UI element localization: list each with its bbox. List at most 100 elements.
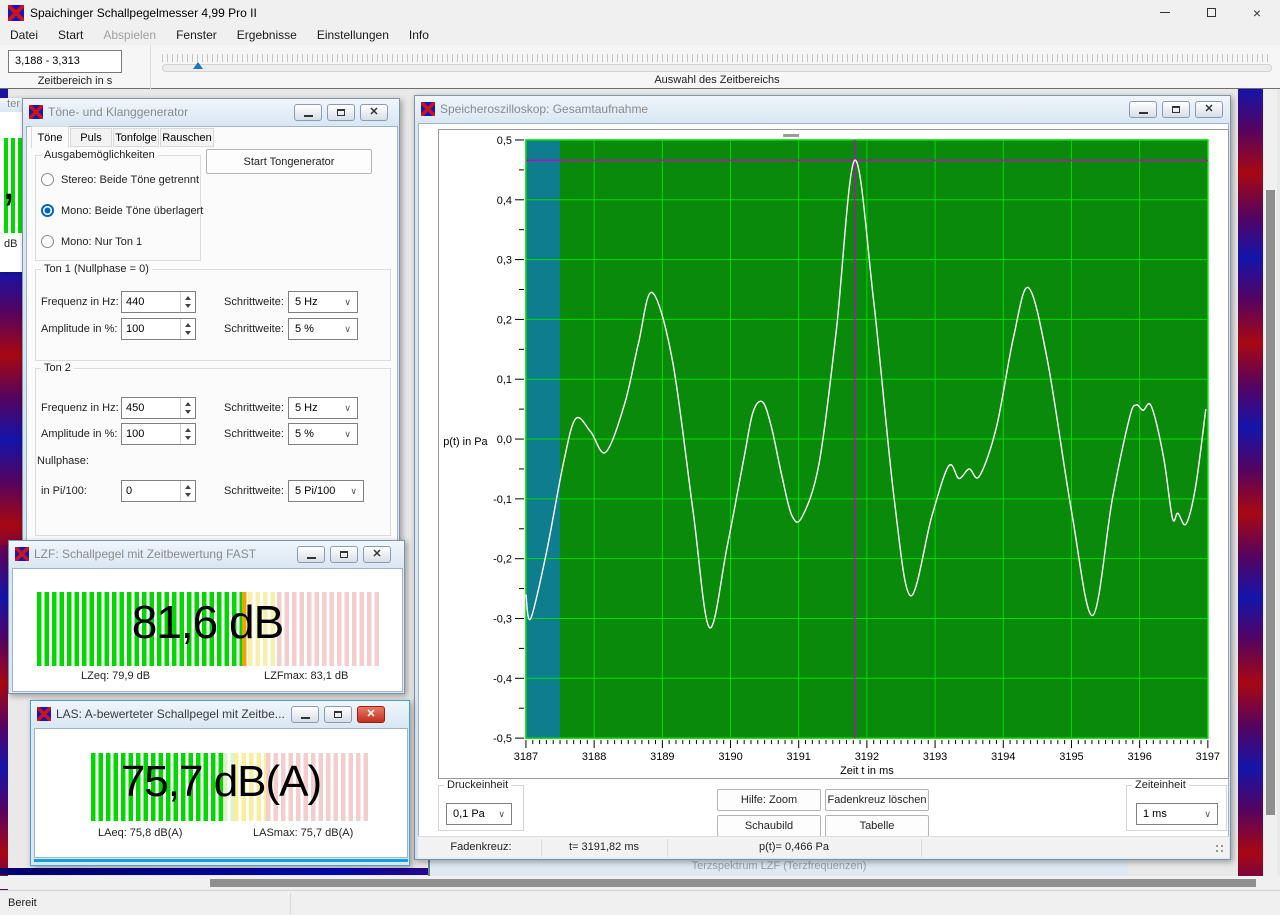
svg-text:-0,3: -0,3 <box>493 613 512 625</box>
fadenkreuz-loeschen-button[interactable]: Fadenkreuz löschen <box>825 789 929 811</box>
tone-minimize-button[interactable] <box>294 104 322 121</box>
resize-grip[interactable] <box>1216 845 1218 847</box>
chevron-down-icon: ∨ <box>344 403 351 414</box>
ton1-amplitude-spinner[interactable]: 100 <box>121 318 196 340</box>
partial-meter-unit: dB <box>4 238 17 250</box>
time-slider-label: Auswahl des Zeitbereichs <box>162 74 1272 86</box>
osc-close-button[interactable]: ✕ <box>1195 101 1223 118</box>
spinner-arrows-icon[interactable] <box>180 398 195 418</box>
background-window-title: Terzspektrum LZF (Terzfrequenzen) <box>692 860 867 872</box>
lzf-minimize-button[interactable] <box>297 546 325 563</box>
ton2-amplitude-step-select[interactable]: 5 % ∨ <box>288 423 358 445</box>
las-minimize-button[interactable] <box>291 706 319 723</box>
chevron-down-icon: ∨ <box>498 809 505 820</box>
zeiteinheit-label: Zeiteinheit <box>1132 779 1189 791</box>
partial-meter-window: ter 8, dB <box>0 98 22 272</box>
vertical-scrollbar[interactable] <box>1264 88 1277 876</box>
time-slider-thumb[interactable] <box>193 62 203 69</box>
menu-datei[interactable]: Datei <box>0 26 48 44</box>
menu-abspielen[interactable]: Abspielen <box>93 26 166 44</box>
lzf-title: LZF: Schallpegel mit Zeitbewertung FAST <box>34 547 256 561</box>
ton1-schrittweite-label: Schrittweite: <box>224 296 284 308</box>
las-titlebar[interactable]: LAS: A-bewerteter Schallpegel mit Zeitbe… <box>31 701 409 727</box>
ton2-label: Ton 2 <box>41 362 74 374</box>
nullphase-spinner[interactable]: 0 <box>121 480 196 502</box>
svg-text:3189: 3189 <box>650 751 674 763</box>
lzf-restore-button[interactable] <box>330 546 358 563</box>
osc-restore-button[interactable] <box>1162 101 1190 118</box>
las-restore-button[interactable] <box>324 706 352 723</box>
tone-restore-button[interactable] <box>327 104 355 121</box>
svg-text:3197: 3197 <box>1196 751 1220 763</box>
vertical-scrollbar-thumb[interactable] <box>1266 190 1275 815</box>
radio-selected-icon <box>41 204 54 217</box>
ton1-frequenz-spinner[interactable]: 440 <box>121 291 196 313</box>
svg-text:0,2: 0,2 <box>497 314 512 326</box>
minimize-button[interactable] <box>1142 0 1188 25</box>
chevron-down-icon: ∨ <box>344 324 351 335</box>
oscilloscope-plot[interactable]: 3187318831893190319131923193319431953196… <box>439 130 1228 778</box>
las-window: LAS: A-bewerteter Schallpegel mit Zeitbe… <box>30 700 410 866</box>
osc-minimize-button[interactable] <box>1129 101 1157 118</box>
svg-text:0,4: 0,4 <box>497 195 512 207</box>
menu-fenster[interactable]: Fenster <box>166 26 227 44</box>
tab-rauschen[interactable]: Rauschen <box>160 128 214 147</box>
nullphase-step-select[interactable]: 5 Pi/100 ∨ <box>288 480 364 502</box>
radio-stereo-getrennt[interactable]: Stereo: Beide Töne getrennt <box>41 173 199 186</box>
radio-mono-ton1[interactable]: Mono: Nur Ton 1 <box>41 235 142 248</box>
svg-text:3194: 3194 <box>991 751 1015 763</box>
lzf-close-button[interactable]: ✕ <box>363 546 391 563</box>
las-close-button[interactable]: ✕ <box>357 706 385 723</box>
ton2-frequenz-spinner[interactable]: 450 <box>121 397 196 419</box>
ton2-frequenz-step-select[interactable]: 5 Hz ∨ <box>288 397 358 419</box>
tone-generator-window: Töne- und Klanggenerator ✕ Töne Puls Ton… <box>22 98 400 548</box>
oscilloscope-chart-panel[interactable]: 3187318831893190319131923193319431953196… <box>438 129 1229 779</box>
menu-info[interactable]: Info <box>399 26 439 44</box>
spinner-arrows-icon[interactable] <box>180 424 195 444</box>
tab-toene[interactable]: Töne <box>31 126 69 148</box>
ton1-label: Ton 1 (Nullphase = 0) <box>41 263 152 275</box>
tab-puls[interactable]: Puls <box>70 128 112 147</box>
schaubild-button[interactable]: Schaubild <box>717 815 821 837</box>
ton2-frequenz-label: Frequenz in Hz: <box>41 402 119 414</box>
horizontal-scrollbar-thumb[interactable] <box>210 879 1256 887</box>
tone-generator-title: Töne- und Klanggenerator <box>48 105 188 119</box>
ton2-amplitude-spinner[interactable]: 100 <box>121 423 196 445</box>
spinner-arrows-icon[interactable] <box>180 481 195 501</box>
tab-tonfolge[interactable]: Tonfolge <box>113 128 159 147</box>
svg-text:3193: 3193 <box>923 751 947 763</box>
nullphase-schrittweite-label: Schrittweite: <box>224 485 284 497</box>
time-slider-ticks <box>162 54 1272 62</box>
time-range-input[interactable]: 3,188 - 3,313 <box>8 50 122 73</box>
zeiteinheit-select[interactable]: 1 ms ∨ <box>1136 803 1218 825</box>
ton1-amplitude-step-select[interactable]: 5 % ∨ <box>288 318 358 340</box>
start-tongenerator-button[interactable]: Start Tongenerator <box>206 149 372 174</box>
window-icon <box>29 105 43 119</box>
spinner-arrows-icon[interactable] <box>180 319 195 339</box>
chevron-down-icon: ∨ <box>350 486 357 497</box>
radio-mono-ueberlagert[interactable]: Mono: Beide Töne überlagert <box>41 204 203 217</box>
menu-start[interactable]: Start <box>48 26 93 44</box>
lzf-lzfmax-stat: LZFmax: 83,1 dB <box>264 670 348 682</box>
radio-icon <box>41 173 54 186</box>
main-statusbar: Bereit <box>0 890 1280 915</box>
druckeinheit-select[interactable]: 0,1 Pa ∨ <box>446 803 512 825</box>
ton1-frequenz-label: Frequenz in Hz: <box>41 296 119 308</box>
las-value: 75,7 dB(A) <box>31 757 411 807</box>
ton1-schrittweite2-label: Schrittweite: <box>224 323 284 335</box>
hilfe-zoom-button[interactable]: Hilfe: Zoom <box>717 789 821 811</box>
tone-close-button[interactable]: ✕ <box>360 104 388 121</box>
restore-button[interactable] <box>1188 0 1234 25</box>
spinner-arrows-icon[interactable] <box>180 292 195 312</box>
menu-einstellungen[interactable]: Einstellungen <box>307 26 399 44</box>
background-gradient-right <box>1238 88 1263 876</box>
time-slider-track[interactable] <box>162 64 1272 72</box>
tabelle-button[interactable]: Tabelle <box>825 815 929 837</box>
ton1-frequenz-step-select[interactable]: 5 Hz ∨ <box>288 291 358 313</box>
lzf-lzeq-stat: LZeq: 79,9 dB <box>81 670 150 682</box>
horizontal-scrollbar[interactable] <box>0 876 1280 889</box>
close-button[interactable]: × <box>1234 0 1280 25</box>
radio-icon <box>41 235 54 248</box>
menu-ergebnisse[interactable]: Ergebnisse <box>227 26 307 44</box>
oscilloscope-titlebar[interactable]: Speicheroszilloskop: Gesamtaufnahme <box>415 96 1230 122</box>
